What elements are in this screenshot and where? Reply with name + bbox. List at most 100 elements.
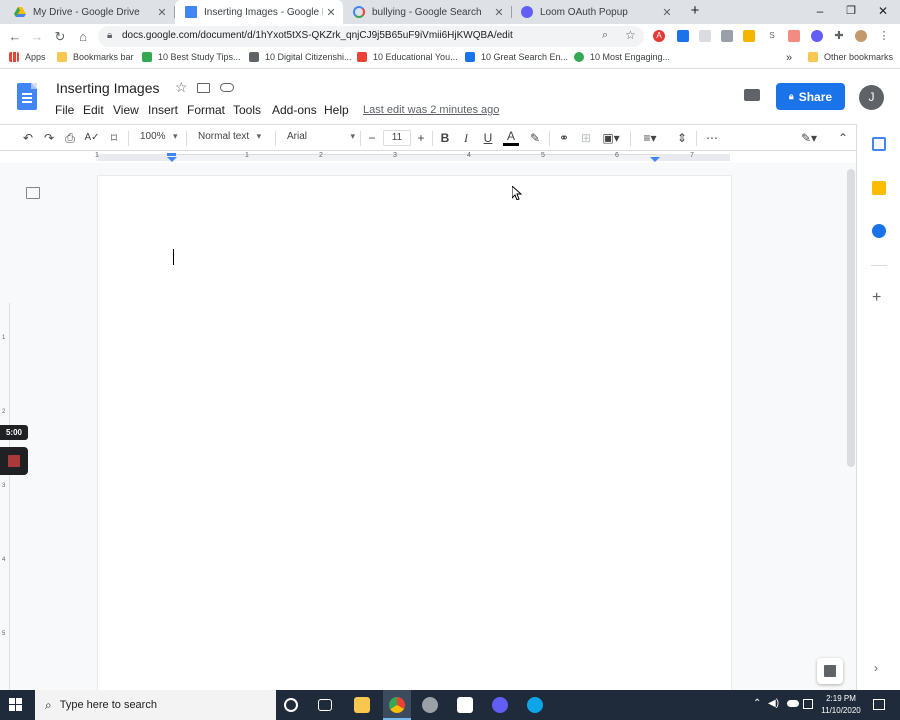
increase-font-size-icon[interactable]: + xyxy=(414,130,428,146)
account-avatar[interactable]: J xyxy=(859,85,884,110)
menu-format[interactable]: Format xyxy=(187,103,225,117)
vertical-scrollbar[interactable] xyxy=(847,169,855,467)
bookmark-item[interactable]: 10 Digital Citizenshi... xyxy=(249,52,352,62)
new-tab-button[interactable]: + xyxy=(680,0,710,24)
zoom-icon[interactable]: ⌕ xyxy=(602,29,608,42)
calendar-icon[interactable] xyxy=(872,137,886,151)
print-icon[interactable]: ⎙ xyxy=(62,130,78,146)
close-tab-icon[interactable]: ✕ xyxy=(659,6,675,19)
extension-icon[interactable] xyxy=(788,30,800,42)
volume-icon[interactable]: ◀) xyxy=(768,698,779,709)
font-family-select[interactable]: Arial xyxy=(287,131,355,142)
chrome-menu-icon[interactable]: ⋮ xyxy=(878,30,890,42)
text-color-icon[interactable]: A xyxy=(503,130,519,146)
bold-icon[interactable]: B xyxy=(438,130,452,146)
close-tab-icon[interactable]: ✕ xyxy=(154,6,170,19)
paint-format-icon[interactable]: ⌑ xyxy=(106,130,122,146)
close-tab-icon[interactable]: ✕ xyxy=(491,6,507,19)
comment-history-icon[interactable] xyxy=(744,89,760,101)
document-title[interactable]: Inserting Images xyxy=(56,80,160,96)
loom-app-icon[interactable] xyxy=(492,697,508,713)
extension-icon[interactable] xyxy=(743,30,755,42)
chevron-right-icon[interactable]: › xyxy=(874,661,878,675)
forward-button[interactable]: → xyxy=(28,28,46,46)
reload-button[interactable]: ↻ xyxy=(51,28,69,46)
taskbar-clock[interactable]: 2:19 PM 11/10/2020 xyxy=(816,693,866,717)
app-icon[interactable] xyxy=(422,697,438,713)
menu-view[interactable]: View xyxy=(113,103,139,117)
bookmark-item[interactable]: 10 Most Engaging... xyxy=(574,52,670,62)
bookmark-item[interactable]: 10 Educational You... xyxy=(357,52,458,62)
first-line-indent-marker[interactable] xyxy=(167,153,176,156)
move-folder-icon[interactable] xyxy=(197,83,210,93)
tab-bullying-search[interactable]: bullying - Google Search ✕ xyxy=(343,0,511,24)
redo-icon[interactable]: ↷ xyxy=(41,130,57,146)
extension-icon[interactable] xyxy=(677,30,689,42)
menu-addons[interactable]: Add-ons xyxy=(272,103,317,117)
other-bookmarks[interactable]: Other bookmarks xyxy=(808,52,893,62)
address-bar[interactable]: 🔒︎ docs.google.com/document/d/1hYxot5tXS… xyxy=(98,26,644,47)
minimize-button[interactable]: – xyxy=(805,0,835,24)
line-spacing-icon[interactable]: ⇕ xyxy=(674,130,690,146)
tab-loom-oauth[interactable]: Loom OAuth Popup ✕ xyxy=(511,0,679,24)
edge-icon[interactable] xyxy=(527,697,543,713)
bookmark-star-icon[interactable]: ☆ xyxy=(625,28,636,42)
windows-start-icon[interactable] xyxy=(9,698,23,712)
close-tab-icon[interactable]: ✕ xyxy=(323,6,339,19)
cortana-icon[interactable] xyxy=(284,698,298,712)
left-indent-marker[interactable] xyxy=(167,157,177,162)
paragraph-style-select[interactable]: Normal text xyxy=(198,131,261,142)
tray-chevron-icon[interactable]: ⌃ xyxy=(753,698,761,709)
tab-my-drive[interactable]: My Drive - Google Drive ✕ xyxy=(4,0,174,24)
network-icon[interactable] xyxy=(803,699,813,709)
task-view-icon[interactable] xyxy=(318,699,332,711)
add-addon-icon[interactable]: + xyxy=(872,289,881,307)
file-explorer-icon[interactable] xyxy=(354,697,370,713)
menu-tools[interactable]: Tools xyxy=(233,103,261,117)
extension-icon[interactable]: S xyxy=(766,30,778,42)
onedrive-icon[interactable] xyxy=(787,700,799,707)
extension-icon[interactable] xyxy=(721,30,733,42)
loom-stop-recording-button[interactable] xyxy=(0,447,28,475)
maximize-button[interactable]: ❐ xyxy=(836,0,866,24)
font-size-input[interactable]: 11 xyxy=(383,130,411,146)
tab-inserting-images[interactable]: Inserting Images - Google Docs ✕ xyxy=(175,0,343,24)
extensions-puzzle-icon[interactable]: ✚ xyxy=(833,30,845,42)
star-icon[interactable]: ☆ xyxy=(175,79,188,96)
store-icon[interactable] xyxy=(457,697,473,713)
profile-avatar[interactable] xyxy=(855,30,867,42)
bookmark-apps[interactable]: Apps xyxy=(9,52,46,62)
document-page[interactable] xyxy=(98,176,731,690)
menu-help[interactable]: Help xyxy=(324,103,349,117)
extension-icon[interactable] xyxy=(699,30,711,42)
undo-icon[interactable]: ↶ xyxy=(20,130,36,146)
spellcheck-icon[interactable]: A✓ xyxy=(84,130,100,146)
bookmark-item[interactable]: 10 Best Study Tips... xyxy=(142,52,241,62)
last-edit-link[interactable]: Last edit was 2 minutes ago xyxy=(363,104,499,116)
editing-mode-icon[interactable]: ✎▾ xyxy=(796,130,822,146)
collapse-menus-icon[interactable]: ⌃ xyxy=(836,130,850,146)
highlight-color-icon[interactable]: ✎ xyxy=(527,130,543,146)
loom-extension-icon[interactable] xyxy=(811,30,823,42)
taskbar-search-box[interactable]: ⌕ Type here to search xyxy=(35,690,276,720)
bookmarks-overflow-button[interactable]: » xyxy=(786,52,792,64)
more-options-icon[interactable]: ⋯ xyxy=(704,130,720,146)
insert-comment-icon[interactable]: ⊞ xyxy=(578,130,594,146)
back-button[interactable]: ← xyxy=(6,28,24,46)
bookmark-item[interactable]: 10 Great Search En... xyxy=(465,52,568,62)
chrome-taskbar-button[interactable] xyxy=(383,690,411,720)
menu-file[interactable]: File xyxy=(55,103,74,117)
italic-icon[interactable]: I xyxy=(459,130,473,146)
decrease-font-size-icon[interactable]: − xyxy=(365,130,379,146)
align-icon[interactable]: ≡▾ xyxy=(638,130,662,146)
insert-image-icon[interactable]: ▣▾ xyxy=(599,130,623,146)
home-button[interactable]: ⌂ xyxy=(74,28,92,46)
close-window-button[interactable]: ✕ xyxy=(868,0,898,24)
keep-icon[interactable] xyxy=(872,181,886,195)
notifications-icon[interactable] xyxy=(873,699,885,710)
tasks-icon[interactable] xyxy=(872,224,886,238)
document-outline-icon[interactable] xyxy=(26,187,40,199)
bookmark-folder[interactable]: Bookmarks bar xyxy=(57,52,134,62)
cloud-status-icon[interactable] xyxy=(220,83,234,92)
explore-button[interactable] xyxy=(817,658,843,684)
